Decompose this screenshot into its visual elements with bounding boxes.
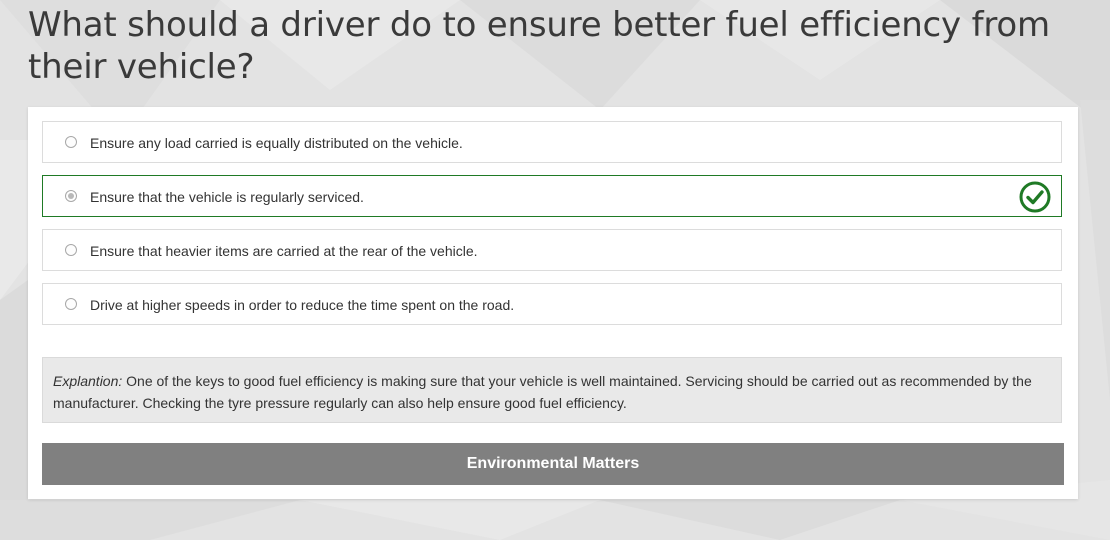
explanation-text: One of the keys to good fuel efficiency … [53, 373, 1032, 411]
radio-button-option-1[interactable] [65, 136, 77, 148]
answer-option-4[interactable]: Drive at higher speeds in order to reduc… [42, 283, 1062, 325]
option-label: Ensure that the vehicle is regularly ser… [90, 189, 364, 205]
radio-button-option-2[interactable] [65, 190, 77, 202]
explanation-label: Explantion: [53, 373, 123, 389]
explanation-box: Explantion: One of the keys to good fuel… [42, 357, 1062, 423]
question-title: What should a driver do to ensure better… [28, 5, 1050, 87]
option-label: Ensure that heavier items are carried at… [90, 243, 478, 259]
answer-option-1[interactable]: Ensure any load carried is equally distr… [42, 121, 1062, 163]
option-label: Drive at higher speeds in order to reduc… [90, 297, 515, 313]
radio-button-option-3[interactable] [65, 244, 77, 256]
category-button[interactable]: Environmental Matters [42, 443, 1064, 485]
check-circle-icon [1019, 181, 1051, 213]
answer-option-2[interactable]: Ensure that the vehicle is regularly ser… [42, 175, 1062, 217]
answer-option-3[interactable]: Ensure that heavier items are carried at… [42, 229, 1062, 271]
option-label: Ensure any load carried is equally distr… [90, 135, 463, 151]
answer-card: Ensure any load carried is equally distr… [28, 107, 1078, 499]
radio-button-option-4[interactable] [65, 298, 77, 310]
